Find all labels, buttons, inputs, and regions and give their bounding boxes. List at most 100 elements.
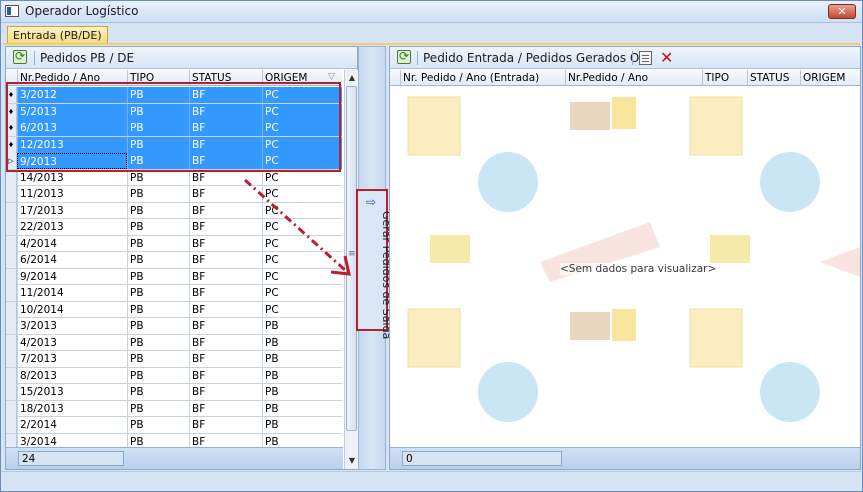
cell-status[interactable]: BF (189, 318, 262, 334)
cell-tipo[interactable]: PB (127, 367, 189, 384)
cell-tipo[interactable]: PB (127, 252, 189, 268)
row-indicator[interactable] (6, 318, 17, 334)
cell-pedido[interactable]: 15/2013 (17, 384, 127, 400)
cell-pedido[interactable]: 17/2013 (17, 202, 127, 219)
right-panel: Pedido Entrada / Pedidos Gerados O.L. ✕ … (389, 46, 861, 470)
row-indicator[interactable] (6, 367, 17, 384)
row-indicator[interactable] (6, 334, 17, 351)
cell-status[interactable]: BF (189, 417, 262, 433)
title-bar: Operador Logístico ✕ (1, 1, 862, 23)
report-icon[interactable] (639, 51, 652, 65)
scroll-up-icon[interactable]: ▲ (345, 71, 359, 85)
cell-pedido[interactable]: 22/2013 (17, 219, 127, 235)
delete-icon[interactable]: ✕ (660, 48, 673, 67)
cell-status[interactable]: BF (189, 351, 262, 367)
row-indicator[interactable] (6, 301, 17, 318)
column-header-pedido-entrada[interactable]: Nr. Pedido / Ano (Entrada) (400, 70, 565, 86)
tab-entrada[interactable]: Entrada (PB/DE) (7, 26, 108, 44)
cell-tipo[interactable]: PB (127, 186, 189, 202)
cell-tipo[interactable]: PB (127, 417, 189, 433)
cell-status[interactable]: BF (189, 301, 262, 318)
window-title: Operador Logístico (25, 4, 139, 18)
row-indicator[interactable] (6, 186, 17, 202)
table-row[interactable]: 18/2013 PB BF PB (6, 400, 342, 417)
row-indicator[interactable] (6, 417, 17, 433)
cell-origem[interactable]: PB (262, 400, 342, 417)
scroll-down-icon[interactable]: ▼ (345, 454, 359, 468)
cell-tipo[interactable]: PB (127, 301, 189, 318)
cell-origem[interactable]: PB (262, 318, 342, 334)
left-panel-title: Pedidos PB / DE (40, 51, 135, 65)
cell-tipo[interactable]: PB (127, 268, 189, 285)
column-header-status[interactable]: STATUS (747, 70, 800, 86)
cell-status[interactable]: BF (189, 400, 262, 417)
arrow-right-icon: ⇨ (366, 195, 377, 209)
cell-status[interactable]: BF (189, 367, 262, 384)
row-indicator[interactable] (6, 285, 17, 301)
record-count: 24 (18, 451, 124, 466)
table-row[interactable]: 7/2013 PB BF PB (6, 351, 342, 368)
cell-tipo[interactable]: PB (127, 202, 189, 219)
cell-pedido[interactable]: 8/2013 (17, 367, 127, 384)
cell-origem[interactable]: PB (262, 417, 342, 433)
table-row[interactable]: 10/2014 PB BF PC (6, 301, 342, 318)
cell-pedido[interactable]: 2/2014 (17, 417, 127, 433)
cell-origem[interactable]: PB (262, 384, 342, 400)
column-header-origem[interactable]: ORIGEM (800, 70, 860, 86)
row-indicator[interactable] (6, 384, 17, 400)
cell-pedido[interactable]: 10/2014 (17, 301, 127, 318)
table-row[interactable]: 15/2013 PB BF PB (6, 384, 342, 401)
table-row[interactable]: 3/2013 PB BF PB (6, 318, 342, 335)
column-header-tipo[interactable]: TIPO (702, 70, 747, 86)
table-row[interactable]: 11/2014 PB BF PC (6, 285, 342, 302)
close-button[interactable]: ✕ (828, 4, 856, 19)
cell-origem[interactable]: PB (262, 367, 342, 384)
cell-origem[interactable]: PC (262, 285, 342, 301)
row-indicator[interactable] (6, 219, 17, 235)
cell-pedido[interactable]: 9/2014 (17, 268, 127, 285)
row-indicator[interactable] (6, 268, 17, 285)
cell-status[interactable]: BF (189, 285, 262, 301)
refresh-icon[interactable] (397, 49, 411, 64)
cell-tipo[interactable]: PB (127, 219, 189, 235)
cell-pedido[interactable]: 3/2013 (17, 318, 127, 334)
cell-pedido[interactable]: 7/2013 (17, 351, 127, 367)
header-separator (34, 51, 35, 65)
left-panel-header: Pedidos PB / DE (6, 47, 357, 69)
cell-tipo[interactable]: PB (127, 400, 189, 417)
generate-orders-button[interactable]: ⇨ Gerar Pedidos de Saída (356, 189, 393, 339)
right-panel-header: Pedido Entrada / Pedidos Gerados O.L. ✕ (390, 47, 860, 69)
recycle-icon (478, 152, 820, 422)
cell-tipo[interactable]: PB (127, 318, 189, 334)
cell-tipo[interactable]: PB (127, 384, 189, 400)
cell-origem[interactable]: PB (262, 334, 342, 351)
cell-tipo[interactable]: PB (127, 351, 189, 367)
row-indicator[interactable] (6, 400, 17, 417)
row-indicator[interactable] (6, 202, 17, 219)
cell-pedido[interactable]: 4/2013 (17, 334, 127, 351)
cell-tipo[interactable]: PB (127, 285, 189, 301)
header-separator (632, 51, 633, 65)
table-row[interactable]: 2/2014 PB BF PB (6, 417, 342, 434)
cell-pedido[interactable]: 11/2014 (17, 285, 127, 301)
cell-status[interactable]: BF (189, 384, 262, 400)
row-indicator[interactable] (6, 235, 17, 252)
cell-pedido[interactable]: 4/2014 (17, 235, 127, 252)
table-row[interactable]: 8/2013 PB BF PB (6, 367, 342, 384)
cell-origem[interactable]: PB (262, 351, 342, 367)
cell-pedido[interactable]: 18/2013 (17, 400, 127, 417)
cell-tipo[interactable]: PB (127, 235, 189, 252)
column-header-pedido[interactable]: Nr.Pedido / Ano (565, 70, 702, 86)
cell-pedido[interactable]: 6/2014 (17, 252, 127, 268)
filter-icon[interactable]: ▽ (328, 72, 335, 82)
cell-origem[interactable]: PC (262, 301, 342, 318)
table-row[interactable]: 4/2013 PB BF PB (6, 334, 342, 351)
refresh-icon[interactable] (13, 49, 27, 64)
cell-status[interactable]: BF (189, 334, 262, 351)
row-indicator[interactable] (6, 351, 17, 367)
annotation-arrow (243, 178, 351, 276)
row-indicator[interactable] (6, 252, 17, 268)
forklift-icon (612, 97, 636, 341)
cell-pedido[interactable]: 11/2013 (17, 186, 127, 202)
cell-tipo[interactable]: PB (127, 334, 189, 351)
